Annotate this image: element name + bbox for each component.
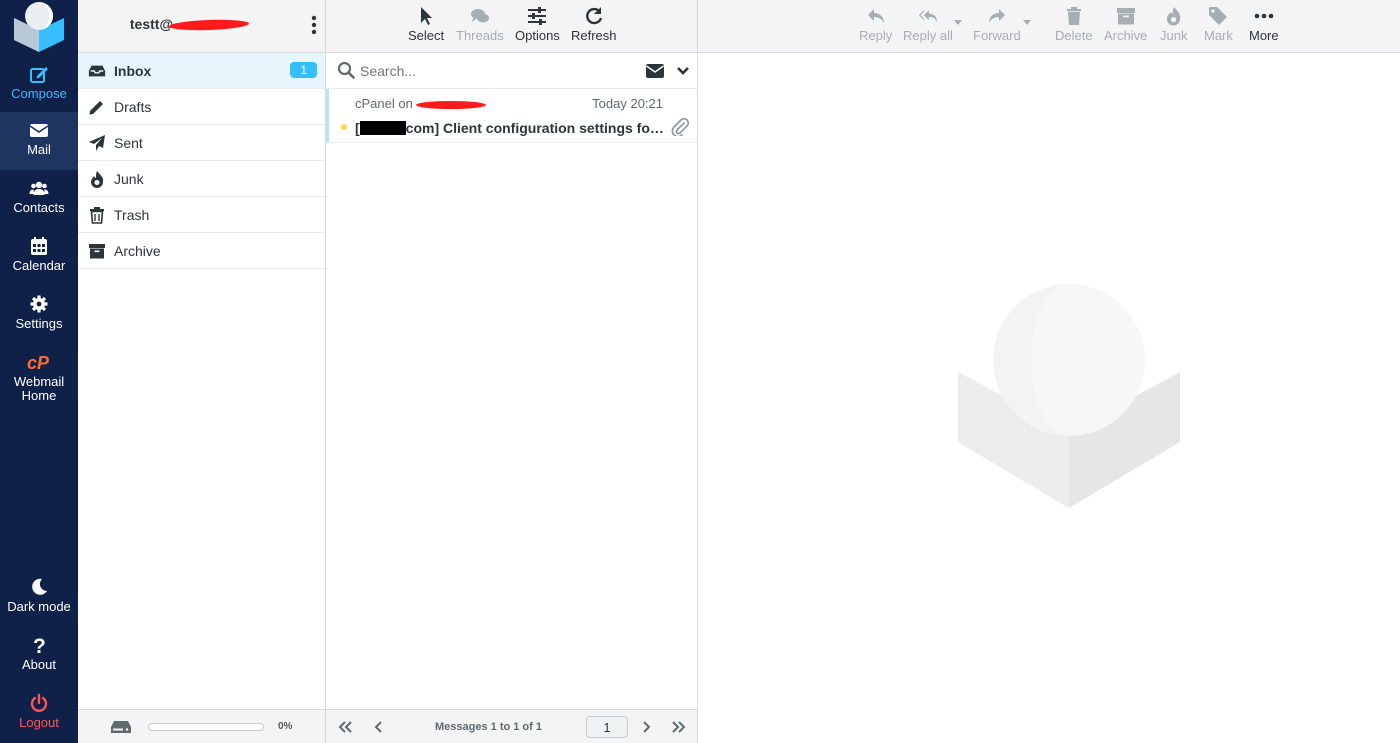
storage-drive-icon bbox=[111, 721, 131, 733]
compose-button[interactable]: Compose bbox=[0, 56, 78, 114]
archive-box-icon bbox=[89, 244, 105, 259]
message-toolbar: Reply Reply all Forward Delete Archive J… bbox=[698, 0, 1400, 53]
more-button[interactable]: More bbox=[1249, 4, 1279, 43]
mail-nav-button[interactable]: Mail bbox=[0, 112, 78, 170]
reply-all-button[interactable]: Reply all bbox=[903, 4, 953, 43]
next-page-icon[interactable] bbox=[638, 719, 654, 735]
threads-button[interactable]: Threads bbox=[456, 4, 504, 43]
redaction-block bbox=[359, 121, 406, 135]
webmail-app: Compose Mail Contacts Calendar Settings bbox=[0, 0, 1400, 743]
select-button[interactable]: Select bbox=[408, 4, 444, 43]
page-number-input[interactable] bbox=[586, 716, 628, 738]
first-page-icon[interactable] bbox=[337, 719, 353, 735]
svg-text:cP: cP bbox=[27, 353, 50, 372]
junk-button[interactable]: Junk bbox=[1160, 4, 1187, 43]
envelope-filter-icon[interactable] bbox=[646, 63, 664, 79]
cpanel-logo-icon: cP bbox=[0, 352, 78, 374]
paperclip-icon bbox=[671, 118, 689, 136]
message-count-text: Messages 1 to 1 of 1 bbox=[435, 721, 542, 733]
tag-icon bbox=[1204, 4, 1233, 28]
gear-icon bbox=[0, 294, 78, 316]
roundcube-watermark-logo bbox=[958, 284, 1180, 508]
contacts-nav-button[interactable]: Contacts bbox=[0, 170, 78, 228]
unread-count-badge: 1 bbox=[290, 62, 317, 78]
forward-dropdown-icon[interactable] bbox=[1023, 20, 1031, 26]
main-nav: Compose Mail Contacts Calendar Settings bbox=[0, 0, 78, 743]
logout-button[interactable]: Logout bbox=[0, 685, 78, 743]
webmail-home-button[interactable]: cP Webmail Home bbox=[0, 344, 78, 408]
envelope-icon bbox=[0, 120, 78, 142]
search-bar bbox=[326, 53, 697, 89]
redaction-mark bbox=[168, 18, 250, 32]
folder-junk[interactable]: Junk bbox=[78, 161, 325, 197]
previous-page-icon[interactable] bbox=[371, 719, 387, 735]
forward-button[interactable]: Forward bbox=[973, 4, 1021, 43]
unread-indicator bbox=[341, 124, 347, 130]
more-horizontal-icon bbox=[1249, 4, 1279, 28]
moon-icon bbox=[0, 577, 78, 599]
account-email: testt@ bbox=[129, 16, 174, 32]
message-content-pane: Reply Reply all Forward Delete Archive J… bbox=[698, 0, 1400, 743]
reply-button[interactable]: Reply bbox=[859, 4, 892, 43]
folder-sent[interactable]: Sent bbox=[78, 125, 325, 161]
list-pager: Messages 1 to 1 of 1 bbox=[326, 709, 697, 743]
message-date: Today 20:21 bbox=[592, 96, 663, 111]
fire-icon bbox=[91, 171, 104, 188]
settings-nav-button[interactable]: Settings bbox=[0, 286, 78, 344]
folder-drafts[interactable]: Drafts bbox=[78, 89, 325, 125]
power-icon bbox=[0, 693, 78, 715]
cursor-pointer-icon bbox=[408, 4, 444, 28]
search-input[interactable] bbox=[360, 59, 630, 83]
quota-footer: 0% bbox=[78, 709, 325, 743]
folder-pane: testt@ Inbox 1 Drafts Sent Junk Trash Ar… bbox=[78, 0, 326, 743]
mark-button[interactable]: Mark bbox=[1204, 4, 1233, 43]
chevron-down-icon[interactable] bbox=[676, 64, 690, 78]
message-sender: cPanel on bbox=[355, 96, 487, 111]
pencil-icon bbox=[89, 101, 103, 115]
trash-icon bbox=[1055, 4, 1093, 28]
dark-mode-button[interactable]: Dark mode bbox=[0, 569, 78, 627]
account-header: testt@ bbox=[78, 16, 301, 32]
redaction-mark bbox=[416, 100, 487, 109]
last-page-icon[interactable] bbox=[671, 719, 687, 735]
calendar-nav-button[interactable]: Calendar bbox=[0, 228, 78, 286]
folder-archive[interactable]: Archive bbox=[78, 233, 325, 269]
quota-progress-bar bbox=[148, 723, 264, 731]
reply-icon bbox=[859, 4, 892, 28]
inbox-icon bbox=[88, 65, 106, 77]
delete-button[interactable]: Delete bbox=[1055, 4, 1093, 43]
search-icon bbox=[337, 61, 355, 79]
paper-plane-icon bbox=[89, 135, 105, 151]
refresh-button[interactable]: Refresh bbox=[571, 4, 617, 43]
svg-text:?: ? bbox=[33, 635, 46, 655]
reply-all-dropdown-icon[interactable] bbox=[954, 20, 962, 26]
kebab-menu-icon[interactable] bbox=[311, 15, 317, 35]
list-toolbar: Select Threads Options Refresh bbox=[326, 0, 697, 53]
archive-button[interactable]: Archive bbox=[1104, 4, 1147, 43]
compose-icon bbox=[0, 64, 78, 86]
roundcube-logo[interactable] bbox=[0, 0, 78, 54]
options-button[interactable]: Options bbox=[515, 4, 560, 43]
quota-percent: 0% bbox=[278, 721, 293, 732]
folder-inbox[interactable]: Inbox 1 bbox=[78, 53, 325, 89]
calendar-icon bbox=[0, 236, 78, 258]
archive-box-icon bbox=[1104, 4, 1147, 28]
trash-icon bbox=[90, 207, 104, 224]
reply-all-icon bbox=[903, 4, 953, 28]
question-mark-icon: ? bbox=[0, 635, 78, 658]
message-list-pane: Select Threads Options Refresh cPanel on bbox=[326, 0, 698, 743]
folder-trash[interactable]: Trash bbox=[78, 197, 325, 233]
users-icon bbox=[0, 178, 78, 200]
folder-pane-header: testt@ bbox=[78, 0, 325, 53]
message-subject: [com] Client configuration settings for … bbox=[355, 120, 665, 136]
about-button[interactable]: ? About bbox=[0, 627, 78, 685]
fire-icon bbox=[1160, 4, 1187, 28]
forward-icon bbox=[973, 4, 1021, 28]
message-row[interactable]: cPanel on Today 20:21 [com] Client confi… bbox=[326, 89, 697, 143]
comments-icon bbox=[456, 4, 504, 28]
sliders-icon bbox=[515, 4, 560, 28]
refresh-icon bbox=[571, 4, 617, 28]
